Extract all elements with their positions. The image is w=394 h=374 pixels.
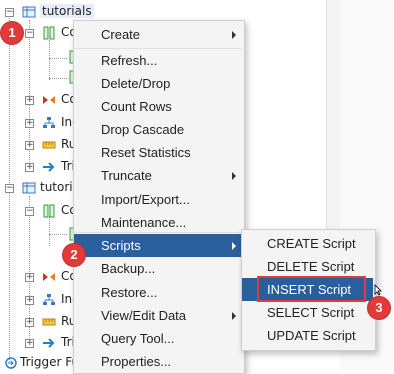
menu-item-delete-drop[interactable]: Delete/Drop — [74, 72, 242, 95]
mouse-cursor-icon — [374, 284, 382, 296]
tree-line — [49, 58, 67, 59]
constraints-icon — [43, 96, 55, 104]
tree-line — [49, 78, 67, 79]
tree-item-label[interactable]: Trigger Fu — [20, 355, 79, 369]
trigger-functions-icon — [5, 357, 17, 369]
menu-item-count-rows[interactable]: Count Rows — [74, 95, 242, 118]
expand-toggle[interactable]: + — [25, 163, 34, 172]
menu-item-label: SELECT Script — [267, 305, 355, 320]
triggers-icon — [43, 162, 55, 172]
expand-toggle[interactable]: + — [25, 141, 34, 150]
triggers-icon — [43, 338, 55, 348]
menu-item-label: Drop Cascade — [101, 122, 185, 137]
menu-item-restore[interactable]: Restore... — [74, 281, 242, 304]
tree-item-label[interactable]: tutorials — [40, 4, 94, 18]
expand-toggle[interactable]: + — [25, 339, 34, 348]
rules-icon — [42, 318, 56, 326]
menu-item-label: Scripts — [101, 238, 141, 253]
chevron-right-icon — [232, 172, 236, 180]
tree-line — [49, 234, 67, 235]
expand-toggle[interactable]: + — [25, 119, 34, 128]
menu-item-label: CREATE Script — [267, 236, 356, 251]
menu-item-label: Query Tool... — [101, 331, 175, 346]
menu-item-select-script[interactable]: SELECT Script — [242, 301, 373, 324]
menu-item-label: Import/Export... — [101, 192, 190, 207]
annotation-badge-2: 2 — [63, 244, 85, 266]
menu-item-query-tool[interactable]: Query Tool... — [74, 327, 242, 350]
menu-item-label: Backup... — [101, 261, 156, 276]
menu-item-label: Delete/Drop — [101, 76, 171, 91]
menu-item-view-edit-data[interactable]: View/Edit Data — [74, 304, 242, 327]
menu-item-label: Count Rows — [101, 99, 172, 114]
menu-item-label: Truncate — [101, 168, 152, 183]
menu-item-label: DELETE Script — [267, 259, 355, 274]
chevron-right-icon — [232, 312, 236, 320]
table-icon — [22, 182, 36, 194]
menu-item-label: Properties... — [101, 354, 172, 369]
menu-item-create[interactable]: Create — [74, 23, 242, 46]
menu-item-label: Reset Statistics — [101, 145, 191, 160]
menu-item-label: UPDATE Script — [267, 328, 356, 343]
indexes-icon — [43, 294, 55, 305]
table-icon — [22, 6, 36, 18]
menu-item-maintenance[interactable]: Maintenance... — [74, 211, 242, 234]
constraints-icon — [43, 273, 55, 281]
menu-item-label: View/Edit Data — [101, 308, 187, 323]
menu-item-drop-cascade[interactable]: Drop Cascade — [74, 118, 242, 141]
menu-item-reset-statistics[interactable]: Reset Statistics — [74, 141, 242, 164]
menu-item-delete-script[interactable]: DELETE Script — [242, 255, 373, 278]
rules-icon — [42, 141, 56, 149]
menu-item-truncate[interactable]: Truncate — [74, 164, 242, 187]
columns-icon — [43, 204, 55, 218]
indexes-icon — [43, 117, 55, 128]
collapse-toggle[interactable]: − — [5, 8, 14, 17]
menu-item-label: Maintenance... — [101, 215, 187, 230]
collapse-toggle[interactable]: − — [5, 184, 14, 193]
chevron-right-icon — [232, 242, 236, 250]
expand-toggle[interactable]: + — [25, 96, 34, 105]
menu-item-scripts[interactable]: Scripts — [74, 234, 242, 257]
expand-toggle[interactable]: + — [25, 273, 34, 282]
tree-line — [49, 216, 50, 246]
columns-icon — [43, 26, 55, 40]
menu-item-label: Restore... — [101, 285, 158, 300]
menu-item-update-script[interactable]: UPDATE Script — [242, 324, 373, 347]
collapse-toggle[interactable]: − — [25, 29, 34, 38]
tree-line — [9, 192, 10, 362]
menu-item-label: Refresh... — [101, 53, 158, 68]
context-menu: Create Refresh... Delete/Drop Count Rows… — [73, 20, 245, 374]
chevron-right-icon — [232, 31, 236, 39]
annotation-highlight-box — [257, 276, 366, 302]
menu-item-create-script[interactable]: CREATE Script — [242, 232, 373, 255]
expand-toggle[interactable]: + — [25, 318, 34, 327]
tree-line — [49, 40, 50, 80]
annotation-badge-3: 3 — [368, 297, 390, 319]
menu-item-refresh[interactable]: Refresh... — [74, 49, 242, 72]
expand-toggle[interactable]: + — [25, 296, 34, 305]
menu-item-import-export[interactable]: Import/Export... — [74, 188, 242, 211]
menu-separator — [74, 232, 242, 233]
collapse-toggle[interactable]: − — [25, 207, 34, 216]
vertical-scrollbar[interactable] — [326, 0, 341, 232]
menu-item-backup[interactable]: Backup... — [74, 257, 242, 280]
annotation-badge-1: 1 — [1, 22, 23, 44]
menu-item-label: Create — [101, 27, 141, 42]
